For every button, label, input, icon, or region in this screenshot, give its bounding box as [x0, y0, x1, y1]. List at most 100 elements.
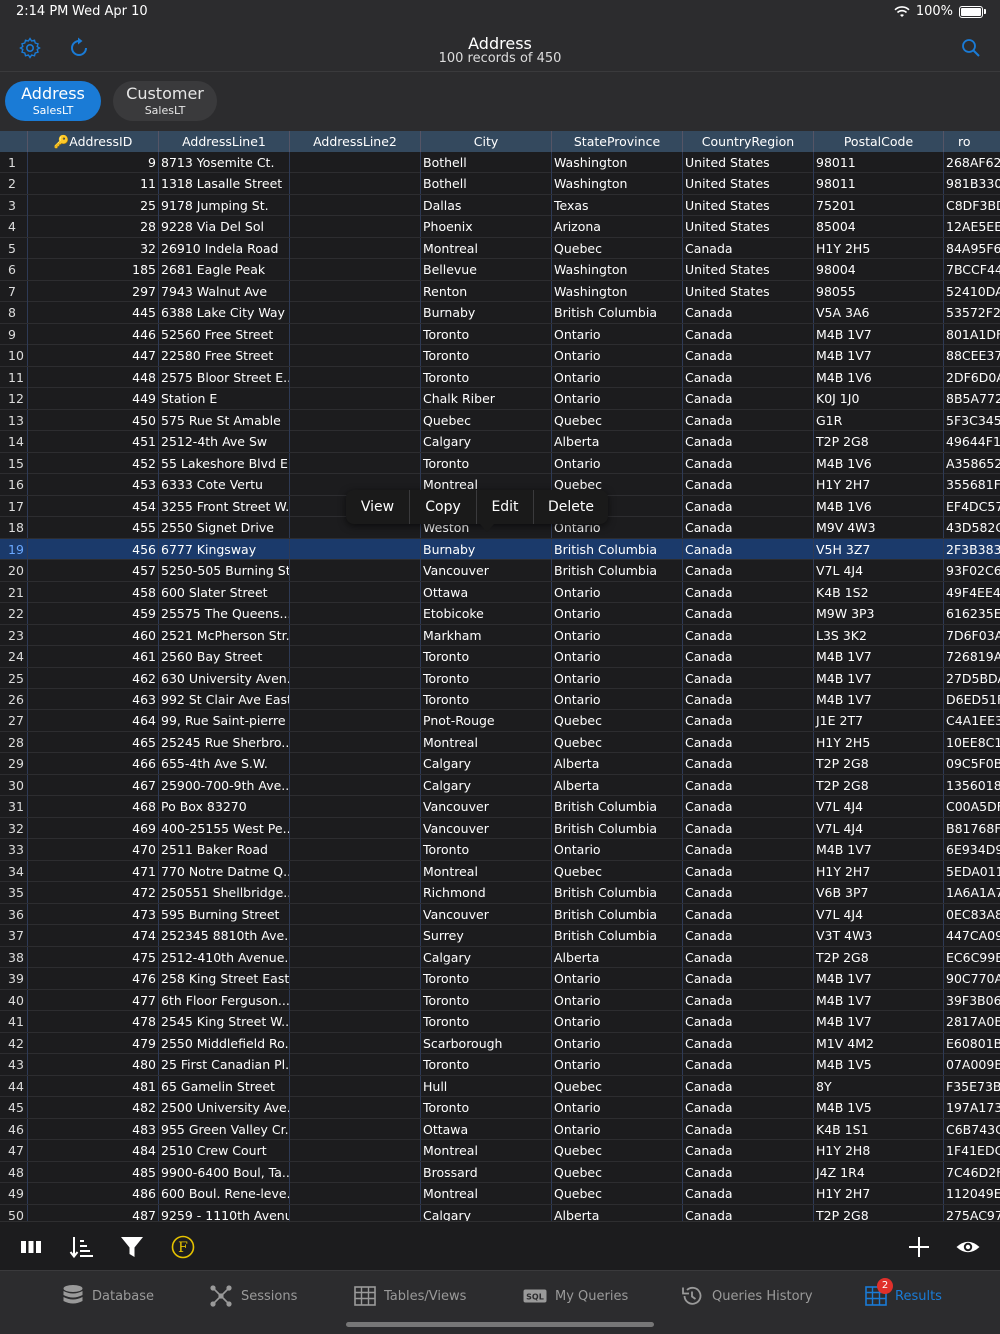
cell-stateprovince[interactable]: British Columbia [552, 538, 683, 560]
cell-postalcode[interactable]: M4B 1V5 [814, 1097, 944, 1119]
cell-postalcode[interactable]: M4B 1V7 [814, 345, 944, 367]
cell-addressid[interactable]: 447 [28, 345, 159, 367]
cell-city[interactable]: Burnaby [421, 538, 552, 560]
cell-addressid[interactable]: 450 [28, 409, 159, 431]
cell-rownum[interactable]: 42 [0, 1032, 28, 1054]
cell-rownum[interactable]: 16 [0, 474, 28, 496]
header-stateprovince[interactable]: StateProvince [552, 131, 683, 152]
cell-rowguid[interactable]: 5F3C345 [944, 410, 1000, 431]
cell-rowguid[interactable]: D6ED51F [944, 689, 1000, 710]
table-row[interactable]: 35 472 250551 Shellbridge... Richmond Britis… [0, 882, 1000, 904]
table-row[interactable]: 12 449 Station E Chalk Riber Ontario Canada K0… [0, 388, 1000, 410]
cell-stateprovince[interactable]: Ontario [552, 989, 683, 1011]
cell-addressline2[interactable] [290, 302, 421, 324]
cell-addressid[interactable]: 484 [28, 1140, 159, 1162]
cell-addressid[interactable]: 465 [28, 731, 159, 753]
cell-rownum[interactable]: 23 [0, 624, 28, 646]
cell-rowguid[interactable]: 2DF6D0A [944, 367, 1000, 388]
cell-addressline2[interactable] [290, 1161, 421, 1183]
cell-stateprovince[interactable]: British Columbia [552, 796, 683, 818]
cell-rowguid[interactable]: 7C46D2F [944, 1162, 1000, 1183]
cell-addressline1[interactable]: 992 St Clair Ave East [159, 689, 290, 710]
cell-city[interactable]: Surrey [421, 925, 552, 947]
cell-addressline2[interactable] [290, 1140, 421, 1162]
cell-rownum[interactable]: 30 [0, 774, 28, 796]
cell-addressline1[interactable]: 9178 Jumping St. [159, 194, 290, 216]
cell-countryregion[interactable]: Canada [683, 474, 814, 496]
cell-addressline1[interactable]: 770 Notre Datme Q... [159, 860, 290, 882]
cell-addressid[interactable]: 452 [28, 452, 159, 474]
table-row[interactable]: 21 458 600 Slater Street Ottawa Ontario Canad… [0, 581, 1000, 604]
cell-addressid[interactable]: 472 [28, 882, 159, 904]
header-addressid[interactable]: 🔑AddressID [28, 131, 159, 152]
cell-addressline1[interactable]: 9228 Via Del Sol [159, 216, 290, 238]
cell-addressline1[interactable]: 2511 Baker Road [159, 839, 290, 861]
table-row[interactable]: 44 481 65 Gamelin Street Hull Quebec Canada 8Y… [0, 1075, 1000, 1098]
cell-addressid[interactable]: 471 [28, 860, 159, 882]
cell-city[interactable]: Toronto [421, 1054, 552, 1076]
cell-countryregion[interactable]: Canada [683, 237, 814, 259]
cell-stateprovince[interactable]: British Columbia [552, 925, 683, 947]
cell-city[interactable]: Vancouver [421, 903, 552, 925]
cell-rownum[interactable]: 32 [0, 817, 28, 839]
cell-countryregion[interactable]: United States [683, 216, 814, 238]
cell-stateprovince[interactable]: Ontario [552, 388, 683, 410]
cell-countryregion[interactable]: Canada [683, 839, 814, 861]
table-row[interactable]: 13 450 575 Rue St Amable Quebec Quebec Canada… [0, 409, 1000, 432]
add-icon[interactable] [906, 1234, 932, 1260]
cell-addressline2[interactable] [290, 280, 421, 302]
cell-countryregion[interactable]: Canada [683, 366, 814, 388]
header-city[interactable]: City [421, 131, 552, 152]
cell-stateprovince[interactable]: Ontario [552, 581, 683, 603]
cell-countryregion[interactable]: Canada [683, 1161, 814, 1183]
cell-addressline2[interactable] [290, 774, 421, 796]
cell-postalcode[interactable]: 98055 [814, 280, 944, 302]
cell-rownum[interactable]: 40 [0, 989, 28, 1011]
cell-addressline2[interactable] [290, 796, 421, 818]
cell-city[interactable]: Vancouver [421, 796, 552, 818]
cell-rowguid[interactable]: 1A6A1A7 [944, 882, 1000, 903]
cell-countryregion[interactable]: Canada [683, 1204, 814, 1221]
cell-addressline2[interactable] [290, 409, 421, 431]
cell-rowguid[interactable]: E60801B [944, 1033, 1000, 1054]
cell-rownum[interactable]: 22 [0, 603, 28, 625]
cell-addressline1[interactable]: 250551 Shellbridge... [159, 882, 290, 904]
cell-city[interactable]: Montreal [421, 1140, 552, 1162]
cell-rowguid[interactable]: 12AE5EE1 [944, 216, 1000, 237]
cell-countryregion[interactable]: Canada [683, 710, 814, 732]
table-row[interactable]: 49 486 600 Boul. Rene-leve... Montreal Quebe… [0, 1183, 1000, 1205]
cell-addressline2[interactable] [290, 710, 421, 732]
cell-city[interactable]: Bellevue [421, 259, 552, 281]
cell-postalcode[interactable]: H1Y 2H5 [814, 237, 944, 259]
cell-stateprovince[interactable]: Ontario [552, 839, 683, 861]
cell-addressline2[interactable] [290, 1075, 421, 1097]
cell-postalcode[interactable]: M4B 1V7 [814, 989, 944, 1011]
cell-postalcode[interactable]: J1E 2T7 [814, 710, 944, 732]
cell-rowguid[interactable]: C6B743C [944, 1119, 1000, 1140]
cell-addressid[interactable]: 457 [28, 560, 159, 582]
cell-stateprovince[interactable]: Washington [552, 173, 683, 195]
header-countryregion[interactable]: CountryRegion [683, 131, 814, 152]
cell-countryregion[interactable]: Canada [683, 1011, 814, 1033]
cell-postalcode[interactable]: 98011 [814, 173, 944, 195]
cell-city[interactable]: Toronto [421, 968, 552, 990]
cell-rowguid[interactable]: 197A1735 [944, 1097, 1000, 1118]
cell-countryregion[interactable]: Canada [683, 1140, 814, 1162]
cell-addressline1[interactable]: 3255 Front Street W... [159, 495, 290, 517]
cell-countryregion[interactable]: Canada [683, 603, 814, 625]
cell-rowguid[interactable]: C00A5DF [944, 796, 1000, 817]
cell-addressid[interactable]: 460 [28, 624, 159, 646]
cell-rowguid[interactable]: 2F3B383 [944, 539, 1000, 560]
cell-addressid[interactable]: 486 [28, 1183, 159, 1205]
cell-addressid[interactable]: 481 [28, 1075, 159, 1097]
cell-city[interactable]: Calgary [421, 753, 552, 775]
cell-stateprovince[interactable]: British Columbia [552, 882, 683, 904]
cell-postalcode[interactable]: T2P 2G8 [814, 774, 944, 796]
cell-addressid[interactable]: 11 [28, 173, 159, 195]
cell-addressline1[interactable]: 630 University Aven... [159, 667, 290, 689]
cell-stateprovince[interactable]: Washington [552, 280, 683, 302]
cell-city[interactable]: Vancouver [421, 817, 552, 839]
cell-rowguid[interactable]: 801A1DF [944, 324, 1000, 345]
cell-addressline2[interactable] [290, 1183, 421, 1205]
cell-addressline2[interactable] [290, 925, 421, 947]
